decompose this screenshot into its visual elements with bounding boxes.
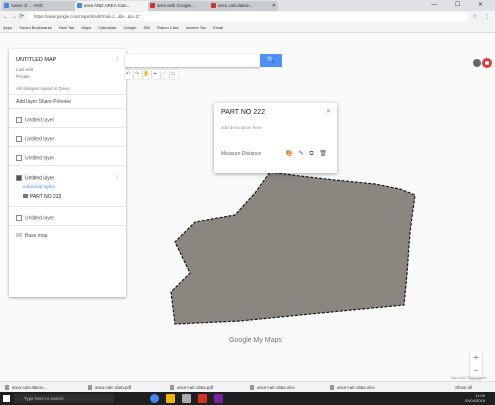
app-icon[interactable] — [214, 394, 223, 403]
polygon-swatch-icon — [23, 194, 28, 198]
layer-checkbox[interactable] — [16, 117, 22, 123]
address-bar-row: ← → ⟳ https://www.google.com/maps/d/edit… — [0, 11, 495, 23]
layer-checkbox[interactable] — [16, 155, 22, 161]
chrome-icon[interactable] — [150, 394, 159, 403]
layer-menu-icon[interactable]: ⋮ — [115, 174, 120, 180]
app-icon[interactable] — [198, 394, 207, 403]
taskbar-search[interactable]: Type here to search — [14, 394, 114, 403]
star-icon[interactable]: ☆ — [472, 12, 477, 22]
base-map-icon — [16, 233, 22, 237]
bookmark-item[interactable]: SBI — [144, 25, 150, 30]
redo-icon[interactable]: ↷ — [134, 70, 142, 79]
browser-tab-2[interactable]: area AND AREA Calc... ✕ — [75, 1, 156, 11]
windows-taskbar: Type here to search 11:09 03/04/2019 — [0, 392, 495, 405]
address-input[interactable]: https://www.google.com/maps/d/edit?mid=1… — [28, 12, 468, 21]
layer-style-link[interactable]: Individual styles — [23, 184, 55, 189]
feature-title: PART NO 222 — [221, 109, 265, 116]
menu-icon[interactable]: ⋮ — [484, 12, 490, 22]
system-clock[interactable]: 11:09 03/04/2019 — [465, 393, 485, 403]
search-button[interactable]: 🔍 — [260, 54, 282, 67]
directions-icon[interactable]: ▭ — [170, 70, 178, 79]
bookmark-item[interactable]: Income Tax — [186, 25, 206, 30]
windows-start-icon[interactable] — [3, 395, 10, 402]
feature-info-popup: PART NO 222 ✕ add description here Measu… — [214, 103, 337, 173]
layer-checkbox[interactable] — [16, 136, 22, 142]
marker-icon[interactable]: ⌖ — [152, 70, 160, 79]
selected-layer[interactable]: Untitled layer — [16, 175, 54, 181]
map-last-edit: Last edit — [16, 67, 34, 72]
bookmark-item[interactable]: Saved Bookmarks — [19, 25, 51, 30]
divider — [9, 225, 126, 226]
bookmark-item[interactable]: New Tab — [59, 25, 75, 30]
location-pin-icon[interactable] — [472, 55, 492, 73]
panel-menu-icon[interactable]: ⋮ — [115, 56, 120, 62]
feature-description[interactable]: add description here — [221, 125, 262, 130]
divider — [9, 127, 126, 128]
feature-actions[interactable]: 🎨 ✎ ⧉ 🗑 — [286, 150, 329, 158]
map-layers-panel: UNTITLED MAP ⋮ Last edit Private All cha… — [9, 49, 126, 297]
bookmark-item[interactable]: Maps — [81, 25, 91, 30]
map-title[interactable]: UNTITLED MAP — [16, 57, 56, 63]
tab-favicon — [211, 3, 216, 8]
map-canvas[interactable]: UNTITLED MAP ⋮ Last edit Private All cha… — [0, 33, 495, 381]
layer-feature-item[interactable]: PART NO 222 — [23, 194, 61, 200]
tab-favicon — [4, 3, 9, 8]
reload-icon[interactable]: ⟳ — [19, 12, 24, 22]
drawing-toolbar: ↶ ↷ ✋ ⌖ ⟋ ▭ — [125, 70, 179, 79]
base-map-item[interactable]: Base map — [16, 233, 48, 239]
parcel-polygon[interactable] — [170, 171, 416, 325]
bookmarks-bar: Apps Saved Bookmarks New Tab Maps Calcul… — [0, 23, 495, 33]
browser-tab-3[interactable]: area with Google... ✕ — [148, 1, 217, 11]
divider — [9, 165, 126, 166]
zoom-control: + − — [470, 351, 482, 378]
file-icon — [170, 385, 174, 391]
save-status: All changes saved in Drive — [16, 86, 70, 91]
layer-item[interactable]: Untitled layer — [16, 117, 54, 123]
bookmark-item[interactable]: Ration Card — [157, 25, 178, 30]
bookmark-item[interactable]: Apps — [3, 25, 12, 30]
file-icon — [88, 385, 92, 391]
map-search-input[interactable] — [125, 54, 260, 67]
store-icon[interactable] — [182, 394, 191, 403]
measure-label: Measure Distance — [221, 151, 262, 157]
bookmark-item[interactable]: Google — [124, 25, 137, 30]
bookmark-item[interactable]: Calculator — [98, 25, 116, 30]
layer-item[interactable]: Untitled layer — [16, 215, 54, 221]
back-icon[interactable]: ← — [3, 12, 9, 22]
file-icon — [5, 385, 9, 391]
bookmark-item[interactable]: Email — [213, 25, 223, 30]
divider — [9, 94, 126, 95]
close-icon[interactable]: ✕ — [326, 108, 331, 115]
file-explorer-icon[interactable] — [166, 394, 175, 403]
layer-item[interactable]: Untitled layer — [16, 136, 54, 142]
file-icon — [330, 385, 334, 391]
browser-tab-1[interactable]: Sales of ... AND ✕ — [2, 1, 83, 11]
layer-checkbox[interactable] — [16, 215, 22, 221]
divider — [9, 206, 126, 207]
divider — [9, 146, 126, 147]
divider — [9, 108, 126, 109]
panel-actions[interactable]: Add layer Share Preview — [16, 99, 71, 105]
hand-icon[interactable]: ✋ — [143, 70, 151, 79]
browser-tab-4[interactable]: area calculation... ✕ — [209, 1, 278, 11]
tab-favicon — [150, 3, 155, 8]
close-tab-icon[interactable]: ✕ — [272, 1, 276, 11]
file-icon — [250, 385, 254, 391]
google-my-maps-logo: Google My Maps — [229, 337, 282, 344]
draw-line-icon[interactable]: ⟋ — [161, 70, 169, 79]
window-controls[interactable]: — ☐ ✕ — [431, 0, 491, 10]
map-privacy: Private — [16, 74, 31, 79]
map-attribution[interactable]: Map data ©2019 Terms — [451, 376, 487, 380]
forward-icon[interactable]: → — [11, 12, 17, 22]
tab-favicon — [77, 3, 82, 8]
tab-bar: Sales of ... AND ✕ area AND AREA Calc...… — [0, 0, 495, 11]
undo-icon[interactable]: ↶ — [125, 70, 133, 79]
zoom-in-button[interactable]: + — [470, 351, 482, 364]
layer-item[interactable]: Untitled layer — [16, 155, 54, 161]
layer-checkbox[interactable] — [16, 175, 22, 181]
